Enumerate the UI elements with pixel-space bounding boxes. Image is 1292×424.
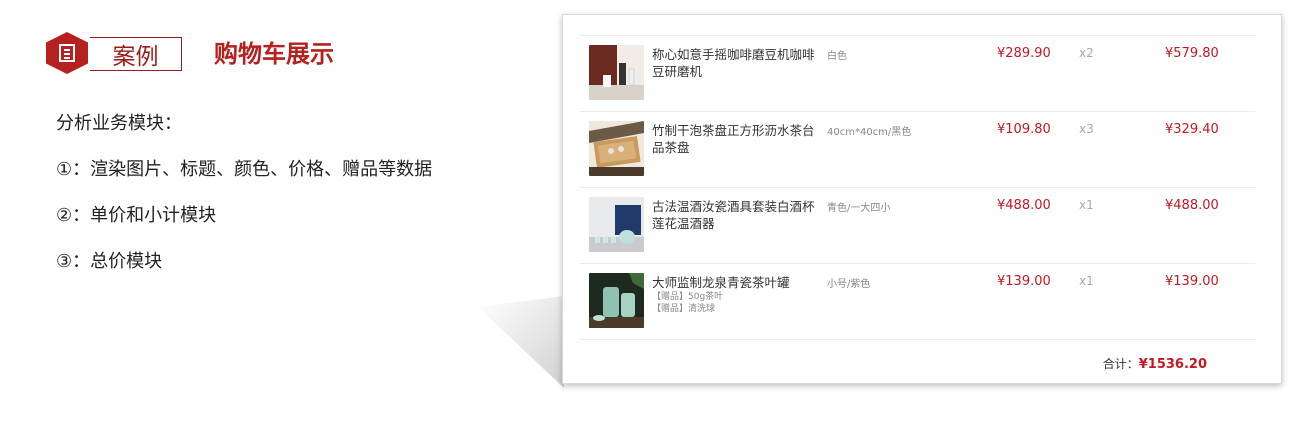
analysis-item-1: ①：渲染图片、标题、颜色、价格、赠品等数据 [56,159,433,180]
unit-price: ¥488.00 [997,198,1051,213]
quantity: x3 [1079,122,1094,136]
gift-item: 【赠品】清洗球 [652,304,716,314]
cart-row: 称心如意手摇咖啡磨豆机咖啡豆研磨机 白色 ¥289.90 x2 ¥579.80 [579,35,1255,111]
quantity: x2 [1079,46,1094,60]
product-image[interactable] [589,121,644,176]
unit-price: ¥289.90 [997,46,1051,61]
cart-row: 古法温酒汝瓷酒具套装白酒杯莲花温酒器 青色/一大四小 ¥488.00 x1 ¥4… [579,187,1255,263]
analysis-heading: 分析业务模块： [56,113,182,134]
row-divider [579,339,1255,340]
cart-panel: 称心如意手摇咖啡磨豆机咖啡豆研磨机 白色 ¥289.90 x2 ¥579.80 … [562,14,1282,384]
cart-row: 竹制干泡茶盘正方形沥水茶台品茶盘 40cm*40cm/黑色 ¥109.80 x3… [579,111,1255,187]
unit-price: ¥139.00 [997,274,1051,289]
product-name[interactable]: 称心如意手摇咖啡磨豆机咖啡豆研磨机 [652,46,818,80]
cart-row: 大师监制龙泉青瓷茶叶罐 【赠品】50g茶叶 【赠品】清洗球 小号/紫色 ¥139… [579,263,1255,339]
subtotal: ¥139.00 [1165,274,1219,289]
total-label: 合计： [1102,357,1139,371]
subtotal: ¥488.00 [1165,198,1219,213]
product-name[interactable]: 古法温酒汝瓷酒具套装白酒杯莲花温酒器 [652,198,818,232]
product-image[interactable] [589,197,644,252]
gift-item: 【赠品】50g茶叶 [652,292,724,302]
case-label-text: 案例 [112,44,159,70]
product-image[interactable] [589,45,644,100]
quantity: x1 [1079,274,1094,288]
cart-total: 合计：¥1536.20 [1103,355,1207,372]
total-amount: ¥1536.20 [1138,357,1207,372]
subtotal: ¥329.40 [1165,122,1219,137]
product-color: 40cm*40cm/黑色 [827,127,912,138]
unit-price: ¥109.80 [997,122,1051,137]
product-name-text: 大师监制龙泉青瓷茶叶罐 [652,275,790,290]
product-name[interactable]: 竹制干泡茶盘正方形沥水茶台品茶盘 [652,122,818,156]
page-title: 购物车展示 [214,40,334,68]
product-color: 白色 [827,51,847,62]
product-image[interactable] [589,273,644,328]
analysis-item-2: ②：单价和小计模块 [56,205,217,226]
analysis-list: 分析业务模块： ①：渲染图片、标题、颜色、价格、赠品等数据 ②：单价和小计模块 … [56,110,432,294]
product-color: 青色/一大四小 [827,203,891,214]
product-name[interactable]: 大师监制龙泉青瓷茶叶罐 【赠品】50g茶叶 【赠品】清洗球 [652,274,818,315]
panel-shadow [478,296,564,388]
subtotal: ¥579.80 [1165,46,1219,61]
case-label: 案例 [90,37,182,71]
product-color: 小号/紫色 [827,279,871,290]
document-icon [46,32,88,74]
quantity: x1 [1079,198,1094,212]
analysis-item-3: ③：总价模块 [56,251,163,272]
